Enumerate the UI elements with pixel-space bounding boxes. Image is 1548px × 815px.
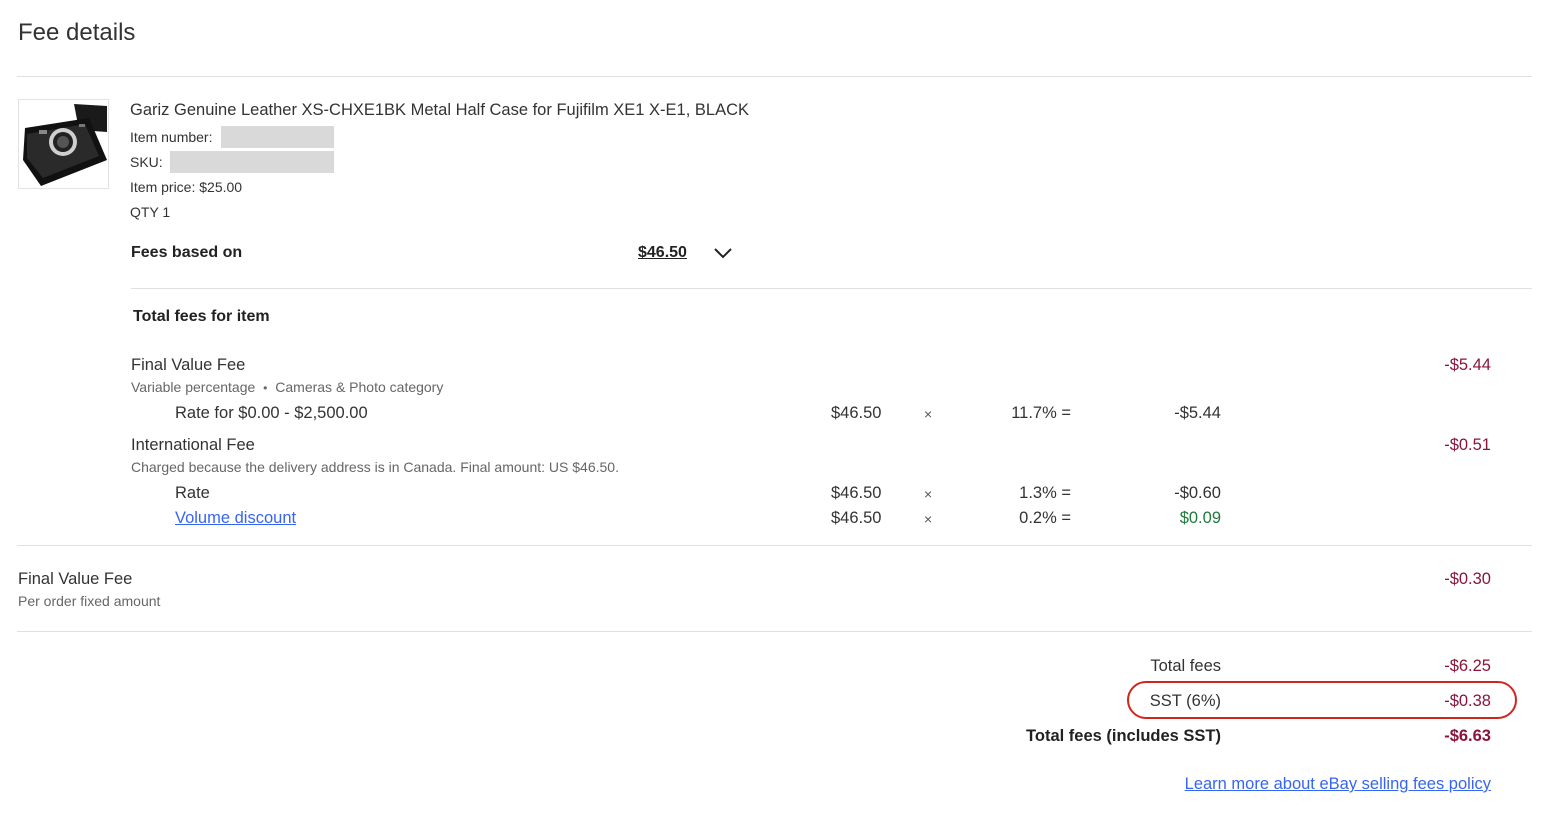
sku-label: SKU: bbox=[130, 154, 163, 170]
discount-base: $46.50 bbox=[831, 509, 882, 527]
item-price: Item price: $25.00 bbox=[130, 179, 243, 195]
separator-dot: • bbox=[263, 381, 268, 395]
intl-rate-result: -$0.60 bbox=[1174, 484, 1221, 502]
fvf-rate-label: Rate for $0.00 - $2,500.00 bbox=[175, 404, 368, 422]
grand-total-value: -$6.63 bbox=[1444, 727, 1491, 745]
camera-case-image bbox=[19, 100, 108, 188]
discount-result: $0.09 bbox=[1179, 509, 1221, 527]
international-fee-name: International Fee bbox=[131, 436, 255, 454]
order-fee-name: Final Value Fee bbox=[18, 570, 133, 588]
volume-discount-link[interactable]: Volume discount bbox=[175, 509, 296, 528]
total-fees-label: Total fees bbox=[1150, 657, 1221, 675]
divider bbox=[17, 76, 1532, 77]
page-title: Fee details bbox=[18, 19, 136, 46]
fees-based-on-amount[interactable]: $46.50 bbox=[638, 244, 687, 262]
final-value-fee-subtitle: Variable percentage • Cameras & Photo ca… bbox=[131, 379, 443, 395]
item-title[interactable]: Gariz Genuine Leather XS-CHXE1BK Metal H… bbox=[130, 101, 749, 120]
discount-percent: 0.2% = bbox=[1019, 509, 1071, 527]
final-value-fee-name: Final Value Fee bbox=[131, 356, 246, 374]
divider bbox=[17, 631, 1532, 632]
item-number-redacted bbox=[221, 126, 334, 148]
fvf-rate-result: -$5.44 bbox=[1174, 404, 1221, 422]
sku-redacted bbox=[170, 151, 334, 173]
divider bbox=[131, 288, 1532, 289]
fvf-rate-percent: 11.7% = bbox=[1011, 404, 1071, 422]
multiply-sign: × bbox=[924, 511, 933, 527]
learn-more-link[interactable]: Learn more about eBay selling fees polic… bbox=[1185, 775, 1491, 794]
international-fee-total: -$0.51 bbox=[1444, 436, 1491, 454]
total-fees-value: -$6.25 bbox=[1444, 657, 1491, 675]
divider bbox=[17, 545, 1532, 546]
fee-type: Variable percentage bbox=[131, 379, 256, 395]
fee-category: Cameras & Photo category bbox=[275, 379, 444, 395]
sst-highlight-circle bbox=[1127, 681, 1517, 719]
item-number-label: Item number: bbox=[130, 129, 213, 145]
multiply-sign: × bbox=[924, 486, 933, 502]
total-fees-for-item-heading: Total fees for item bbox=[133, 308, 270, 325]
grand-total-label: Total fees (includes SST) bbox=[1026, 727, 1221, 745]
intl-rate-base: $46.50 bbox=[831, 484, 882, 502]
fvf-rate-base: $46.50 bbox=[831, 404, 882, 422]
item-quantity: QTY 1 bbox=[130, 204, 171, 220]
international-fee-subtitle: Charged because the delivery address is … bbox=[131, 459, 619, 475]
fees-based-on-label: Fees based on bbox=[131, 244, 243, 261]
order-fee-total: -$0.30 bbox=[1444, 570, 1491, 588]
item-thumbnail[interactable] bbox=[18, 99, 109, 189]
intl-rate-label: Rate bbox=[175, 484, 210, 502]
order-fee-subtitle: Per order fixed amount bbox=[18, 593, 161, 609]
chevron-down-icon[interactable] bbox=[712, 245, 734, 261]
final-value-fee-total: -$5.44 bbox=[1444, 356, 1491, 374]
intl-rate-percent: 1.3% = bbox=[1019, 484, 1071, 502]
multiply-sign: × bbox=[924, 406, 933, 422]
